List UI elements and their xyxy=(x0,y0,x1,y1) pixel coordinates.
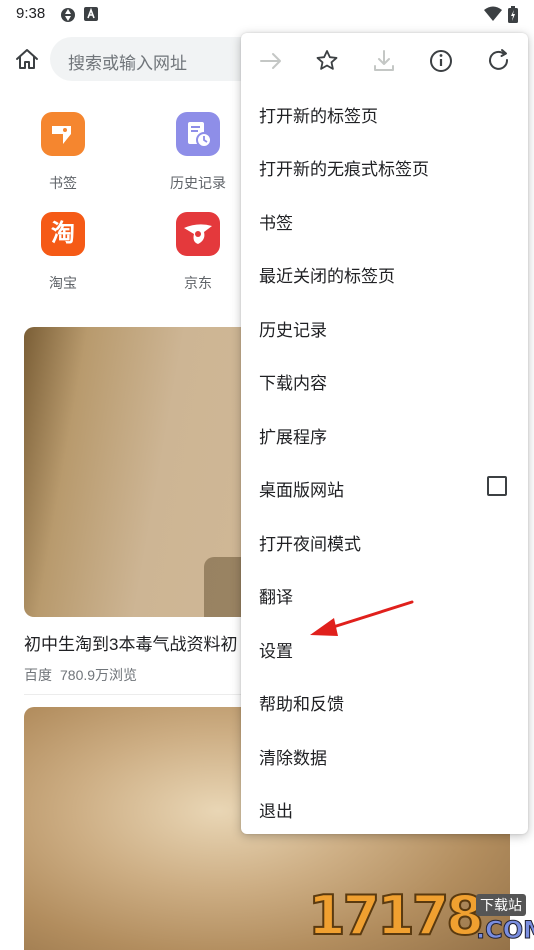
shortcut-bookmarks[interactable]: 书签 xyxy=(18,112,108,193)
star-icon[interactable] xyxy=(313,47,341,75)
menu-item-help-feedback[interactable]: 帮助和反馈 xyxy=(241,674,528,727)
menu-item-downloads[interactable]: 下载内容 xyxy=(241,353,528,406)
menu-item-label: 翻译 xyxy=(259,588,293,607)
news-card-views: 780.9万浏览 xyxy=(60,667,138,683)
news-card-title[interactable]: 初中生淘到3本毒气战资料初 xyxy=(24,630,264,655)
desktop-site-checkbox[interactable] xyxy=(487,476,507,496)
menu-toolbar xyxy=(241,33,528,89)
shortcut-jd[interactable]: 京东 xyxy=(153,212,243,293)
download-icon[interactable] xyxy=(370,47,398,75)
menu-item-exit[interactable]: 退出 xyxy=(241,781,528,834)
shortcut-label: 京东 xyxy=(184,275,212,291)
news-card-meta: 百度 780.9万浏览 xyxy=(24,665,145,685)
menu-item-settings[interactable]: 设置 xyxy=(241,621,528,674)
menu-item-desktop-site[interactable]: 桌面版网站 xyxy=(241,460,528,513)
menu-item-label: 设置 xyxy=(259,642,293,661)
info-icon[interactable] xyxy=(427,47,455,75)
shortcut-taobao[interactable]: 淘 淘宝 xyxy=(18,212,108,293)
menu-item-label: 帮助和反馈 xyxy=(259,695,344,714)
menu-item-night-mode[interactable]: 打开夜间模式 xyxy=(241,514,528,567)
omnibox-placeholder: 搜索或输入网址 xyxy=(68,54,187,73)
home-button[interactable] xyxy=(12,44,42,74)
menu-item-bookmarks[interactable]: 书签 xyxy=(241,193,528,246)
menu-item-label: 清除数据 xyxy=(259,749,327,768)
menu-item-new-incognito-tab[interactable]: 打开新的无痕式标签页 xyxy=(241,139,528,192)
menu-item-translate[interactable]: 翻译 xyxy=(241,567,528,620)
watermark-digits: 17178 xyxy=(307,883,485,948)
menu-item-label: 打开新的无痕式标签页 xyxy=(259,160,429,179)
reload-icon[interactable] xyxy=(485,47,513,75)
shortcut-label: 历史记录 xyxy=(170,175,226,191)
history-tile-icon xyxy=(176,112,220,156)
wifi-icon xyxy=(484,6,502,21)
shortcut-label: 书签 xyxy=(49,175,77,191)
menu-item-history[interactable]: 历史记录 xyxy=(241,300,528,353)
news-card-source: 百度 xyxy=(24,667,52,683)
menu-item-label: 书签 xyxy=(259,214,293,233)
menu-item-new-tab[interactable]: 打开新的标签页 xyxy=(241,86,528,139)
menu-item-clear-data[interactable]: 清除数据 xyxy=(241,728,528,781)
a-box-icon xyxy=(84,7,98,21)
watermark-logo: 17178 下载站 .COM xyxy=(307,880,534,950)
sync-icon xyxy=(61,8,75,22)
watermark-domain: .COM xyxy=(475,916,534,945)
menu-item-label: 打开新的标签页 xyxy=(259,107,378,126)
bookmark-tile-icon xyxy=(41,112,85,156)
forward-icon[interactable] xyxy=(257,47,285,75)
watermark-tag: 下载站 xyxy=(476,894,526,916)
shortcut-history[interactable]: 历史记录 xyxy=(153,112,243,193)
status-time: 9:38 xyxy=(16,5,46,22)
menu-item-label: 下载内容 xyxy=(259,374,327,393)
status-bar: 9:38 xyxy=(0,0,534,28)
jd-tile-icon xyxy=(176,212,220,256)
menu-item-label: 历史记录 xyxy=(259,321,327,340)
menu-item-label: 扩展程序 xyxy=(259,428,327,447)
menu-item-label: 退出 xyxy=(259,802,293,821)
taobao-tile-icon: 淘 xyxy=(41,212,85,256)
menu-item-label: 打开夜间模式 xyxy=(259,535,361,554)
menu-item-label: 桌面版网站 xyxy=(259,481,344,500)
menu-item-label: 最近关闭的标签页 xyxy=(259,267,395,286)
shortcut-label: 淘宝 xyxy=(49,275,77,291)
menu-item-recent-tabs[interactable]: 最近关闭的标签页 xyxy=(241,246,528,299)
battery-icon xyxy=(508,6,518,23)
menu-item-extensions[interactable]: 扩展程序 xyxy=(241,407,528,460)
overflow-menu: 打开新的标签页 打开新的无痕式标签页 书签 最近关闭的标签页 历史记录 下载内容… xyxy=(241,33,528,834)
